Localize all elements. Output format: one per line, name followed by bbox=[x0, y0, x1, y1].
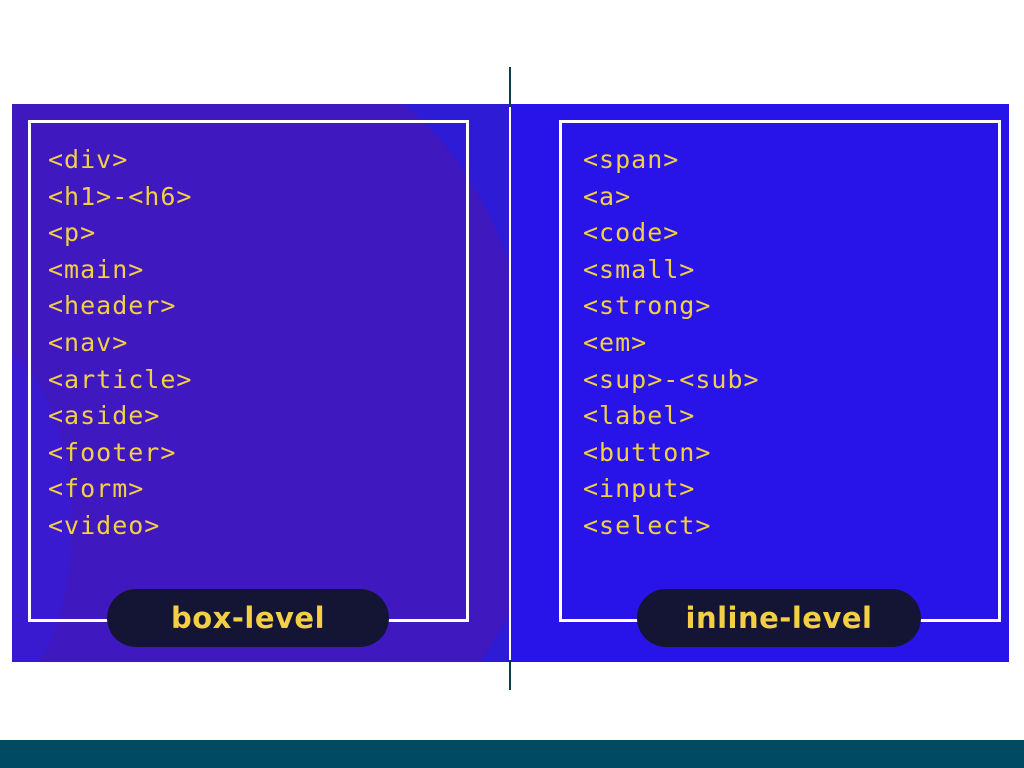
tag-item: <small> bbox=[583, 254, 696, 284]
box-level-panel: <div> <h1>-<h6> <p> <main> <header> <nav… bbox=[12, 104, 509, 662]
tag-item: <label> bbox=[583, 401, 696, 431]
tag-item: <h1>-<h6> bbox=[48, 181, 193, 211]
tag-item: <video> bbox=[48, 510, 161, 540]
tag-item: <aside> bbox=[48, 401, 161, 431]
tag-item: <input> bbox=[583, 474, 696, 504]
inline-level-label: inline-level bbox=[637, 589, 921, 647]
tag-item: <header> bbox=[48, 291, 177, 321]
tag-item: <footer> bbox=[48, 437, 177, 467]
inline-level-panel: <span> <a> <code> <small> <strong> <em> … bbox=[511, 104, 1009, 662]
center-divider-top bbox=[509, 67, 511, 107]
tag-item: <select> bbox=[583, 510, 712, 540]
tag-item: <main> bbox=[48, 254, 145, 284]
tag-item: <em> bbox=[583, 327, 648, 357]
tag-item: <strong> bbox=[583, 291, 712, 321]
tag-item: <div> bbox=[48, 145, 129, 174]
box-level-tag-list: <div> <h1>-<h6> <p> <main> <header> <nav… bbox=[48, 142, 192, 545]
tag-item: <nav> bbox=[48, 327, 129, 357]
tag-item: <sup>-<sub> bbox=[583, 364, 760, 394]
tag-item: <p> bbox=[48, 218, 97, 248]
slide: <div> <h1>-<h6> <p> <main> <header> <nav… bbox=[0, 0, 1024, 768]
inline-level-tag-list: <span> <a> <code> <small> <strong> <em> … bbox=[583, 142, 760, 545]
box-level-label: box-level bbox=[107, 589, 389, 647]
tag-item: <form> bbox=[48, 474, 145, 504]
tag-item: <a> bbox=[583, 181, 632, 211]
tag-item: <button> bbox=[583, 437, 712, 467]
tag-item: <article> bbox=[48, 364, 193, 394]
footer-bar bbox=[0, 740, 1024, 768]
tag-item: <span> bbox=[583, 145, 680, 174]
tag-item: <code> bbox=[583, 218, 680, 248]
center-divider-bottom bbox=[509, 660, 511, 690]
